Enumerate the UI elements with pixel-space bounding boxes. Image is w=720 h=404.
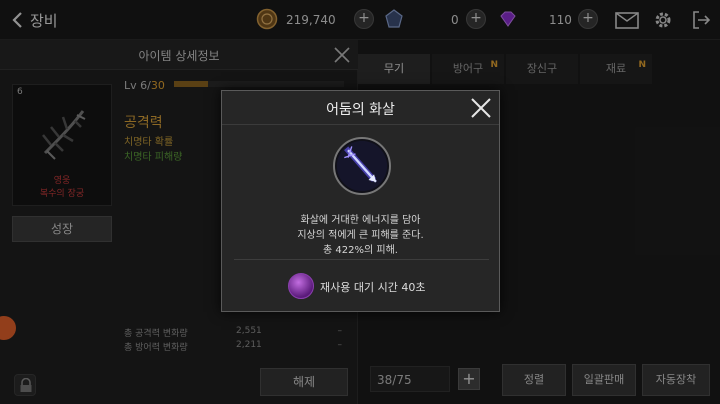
skill-icon xyxy=(333,137,391,195)
skill-desc-line2: 지상의 적에게 큰 피해를 준다. xyxy=(297,230,424,241)
skill-info-modal: 어둠의 화살 화살에 거대한 에너지를 담아 지상의 적에게 큰 피해를 준다.… xyxy=(221,90,500,312)
cooldown-text: 재사용 대기 시간 40초 xyxy=(320,281,426,294)
dark-arrow-icon xyxy=(336,140,388,192)
skill-title: 어둠의 화살 xyxy=(326,102,395,118)
skill-desc-line3: 총 422%의 피해. xyxy=(323,245,398,256)
close-icon[interactable] xyxy=(469,96,493,120)
cooldown-orb-icon xyxy=(288,273,314,299)
skill-desc-line1: 화살에 거대한 에너지를 담아 xyxy=(300,215,421,226)
modal-header: 어둠의 화살 xyxy=(222,91,499,125)
modal-divider xyxy=(234,259,489,260)
